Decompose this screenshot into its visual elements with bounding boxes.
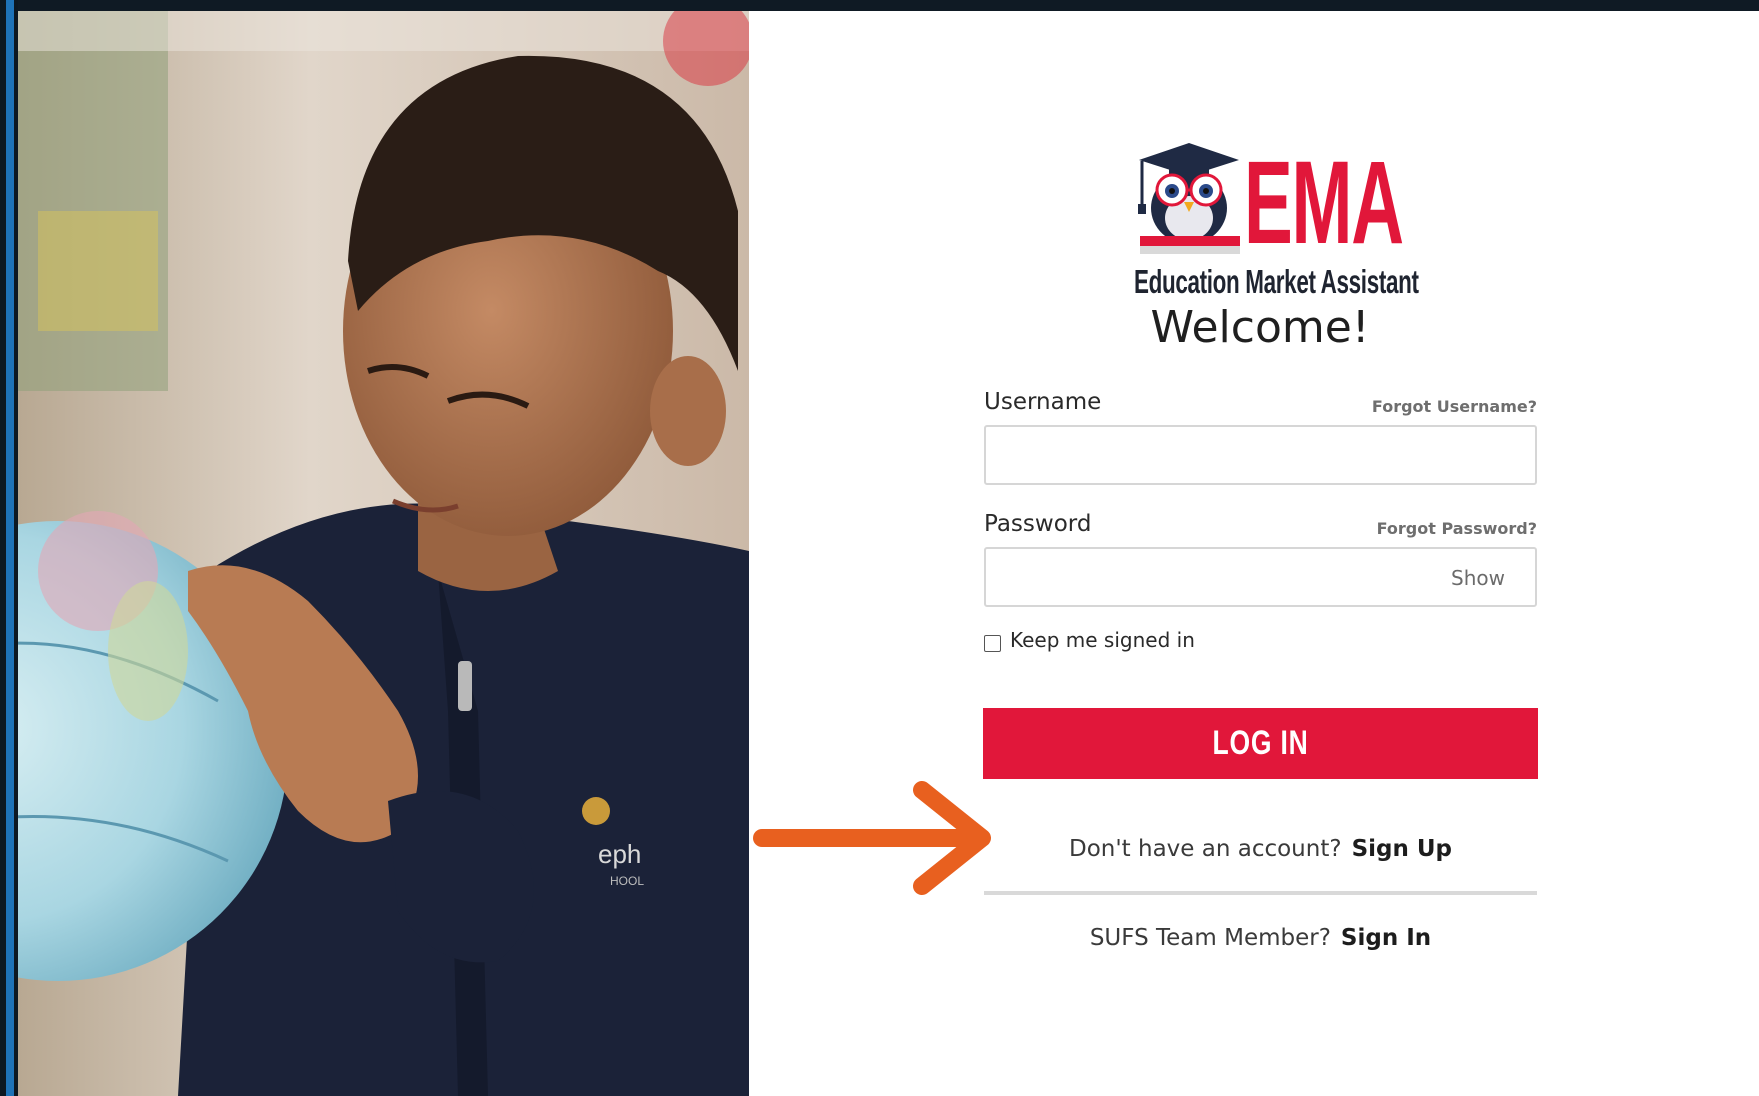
svg-text:eph: eph (598, 839, 641, 869)
username-label: Username (984, 389, 1102, 415)
login-button[interactable]: LOG IN (983, 708, 1538, 779)
logo-tagline: Education Market Assistant (1134, 263, 1419, 300)
keep-signed-in-label[interactable]: Keep me signed in (1010, 628, 1195, 652)
keep-signed-in-checkbox[interactable] (984, 634, 1001, 652)
username-input[interactable] (984, 425, 1537, 485)
show-password-toggle[interactable]: Show (1451, 566, 1505, 590)
divider (984, 891, 1537, 895)
sufs-row: SUFS Team Member? Sign In (984, 925, 1537, 951)
orange-arrow-icon (753, 781, 991, 895)
signup-row: Don't have an account? Sign Up (984, 836, 1537, 862)
sign-up-link[interactable]: Sign Up (1352, 836, 1452, 862)
forgot-username-link[interactable]: Forgot Username? (1337, 397, 1537, 416)
password-input[interactable]: Show (984, 547, 1537, 607)
forgot-password-link[interactable]: Forgot Password? (1337, 519, 1537, 538)
ema-logo: EMA Education Market Assistant (1134, 138, 1419, 303)
screen-frame: eph HOOL EMA Education Market Assistant … (0, 0, 1759, 1096)
logo-wordmark: EMA (1244, 137, 1404, 269)
sufs-prompt: SUFS Team Member? (1089, 925, 1331, 951)
owl-graduation-icon (1138, 143, 1240, 254)
sufs-sign-in-link[interactable]: Sign In (1341, 925, 1431, 951)
welcome-heading: Welcome! (1150, 302, 1370, 353)
student-with-globe-image: eph HOOL (18, 11, 749, 1096)
signup-prompt: Don't have an account? (1068, 836, 1342, 862)
svg-text:HOOL: HOOL (610, 874, 644, 888)
keep-signed-in-row: Keep me signed in (984, 628, 1195, 652)
login-button-label: LOG IN (1212, 724, 1309, 762)
hero-photo: eph HOOL (18, 11, 749, 1096)
password-label: Password (984, 511, 1092, 537)
frame-border (0, 0, 18, 1096)
